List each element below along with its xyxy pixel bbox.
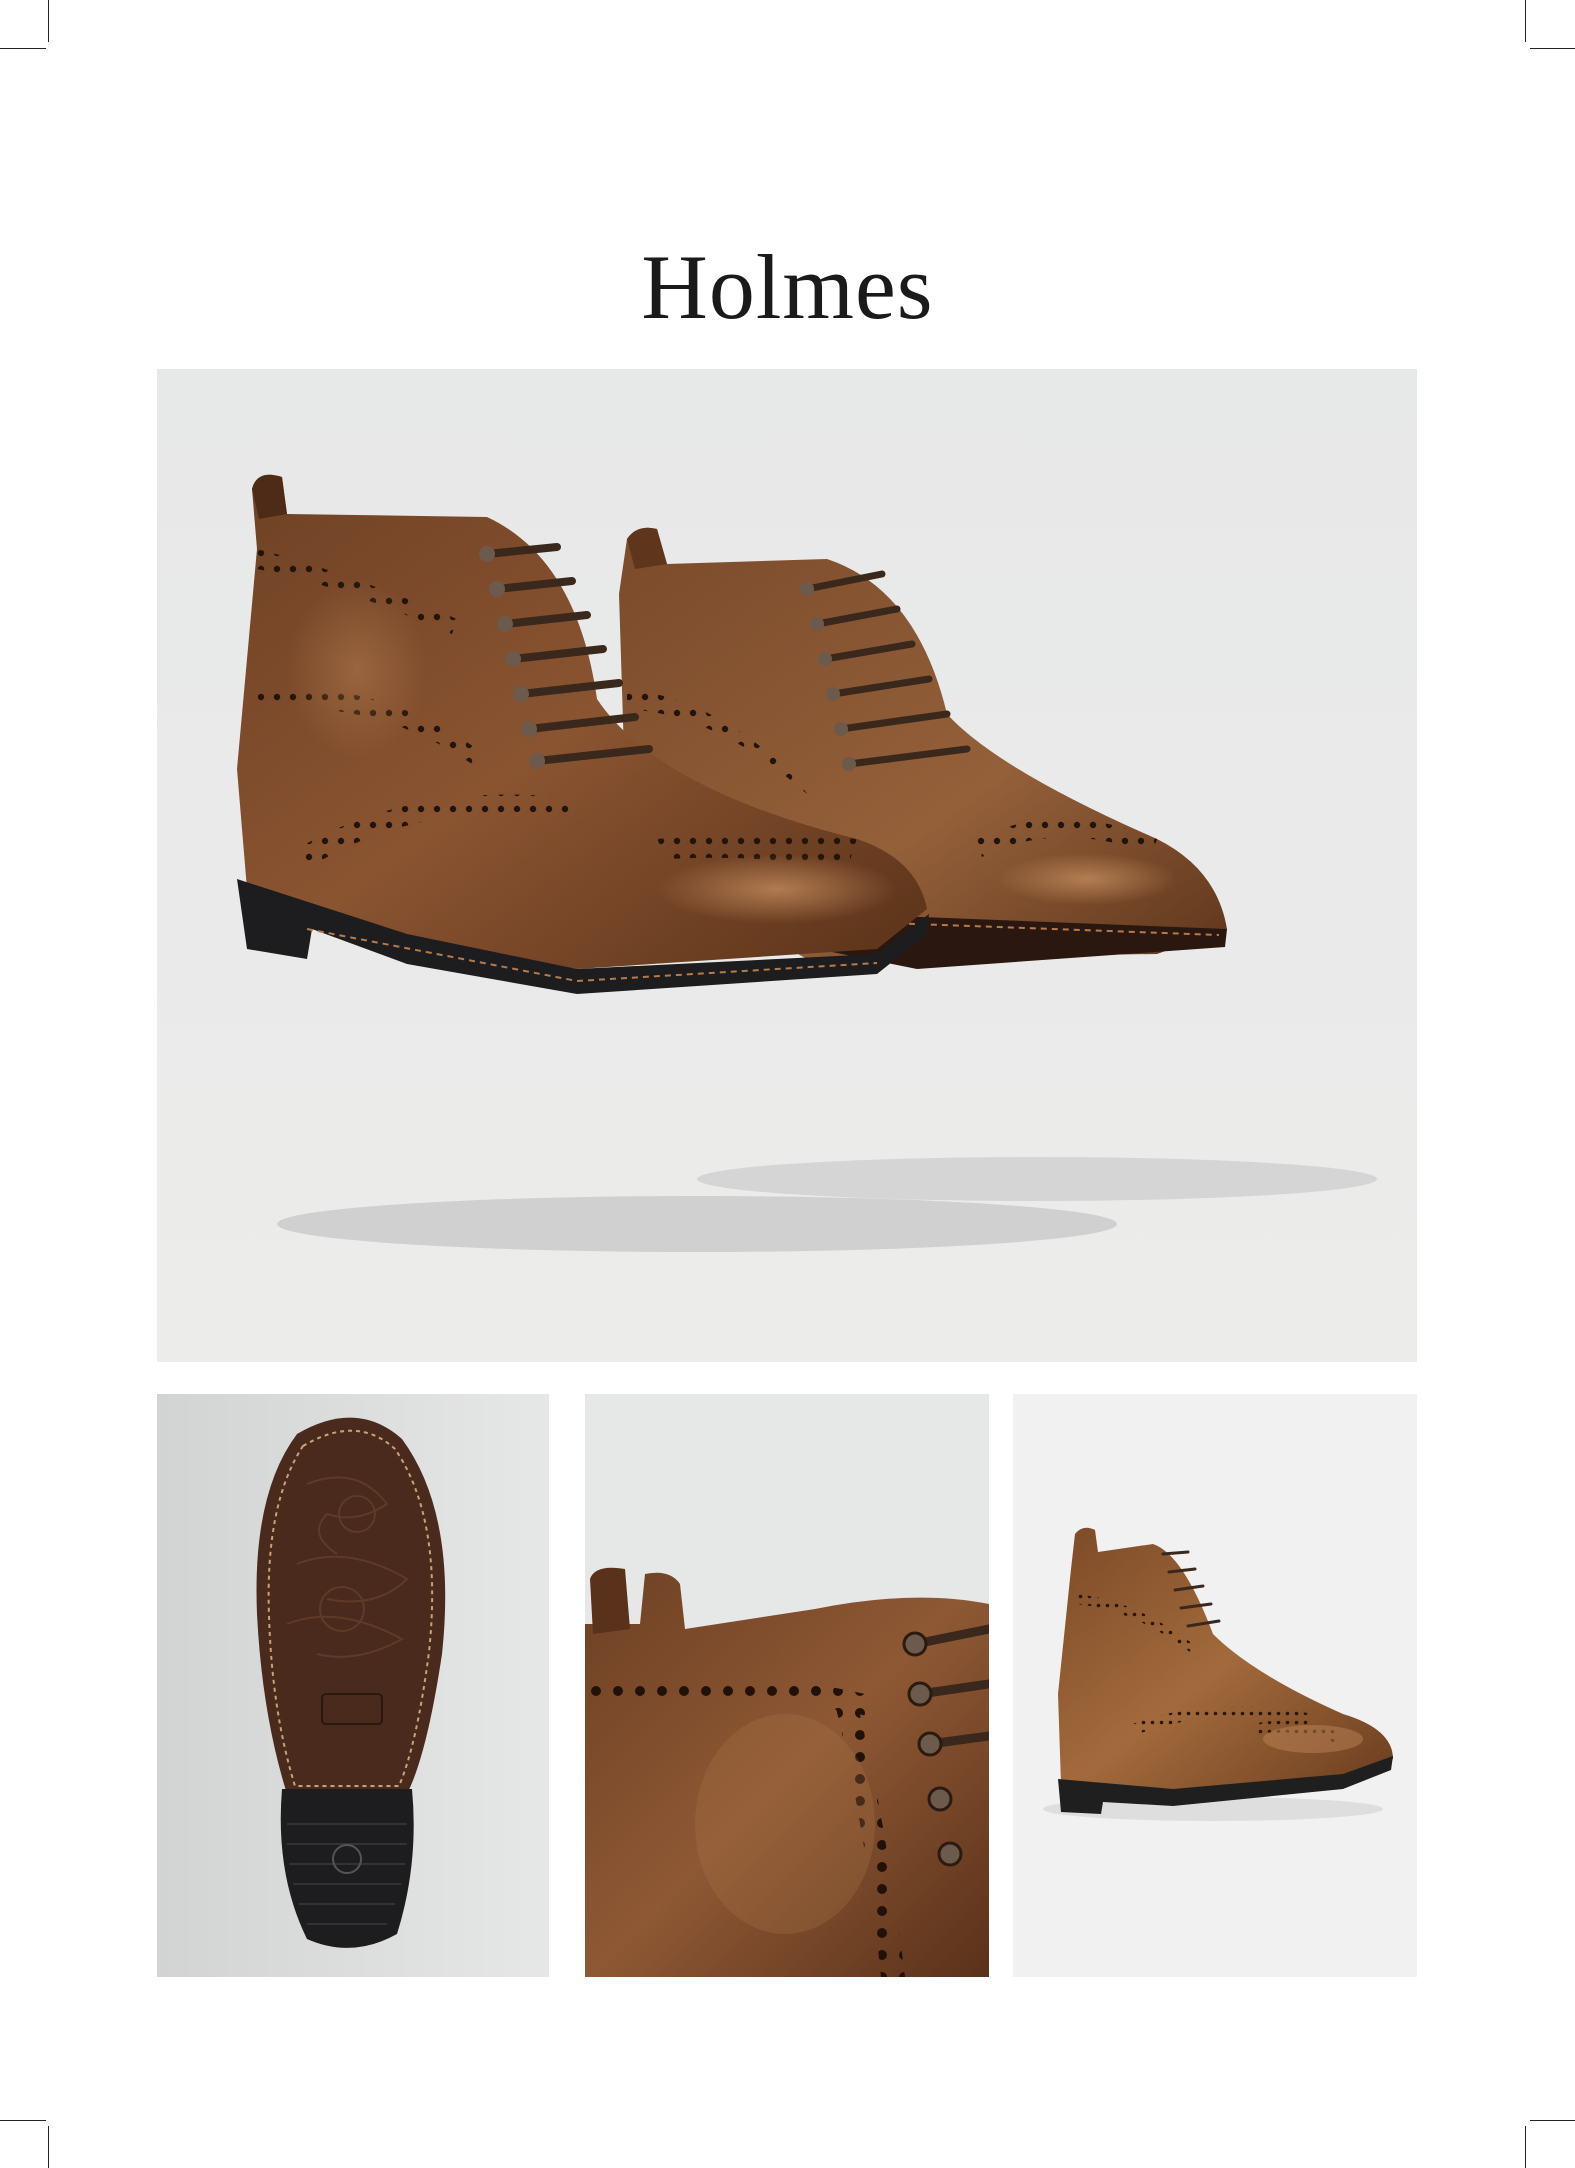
crop-mark-top-left-v [48,0,49,42]
crop-mark-bottom-left-v [48,2126,49,2168]
crop-mark-bottom-right-h [1530,2120,1575,2121]
crop-mark-bottom-left-h [0,2120,46,2121]
sole-image [157,1394,549,1977]
crop-mark-bottom-right-v [1525,2126,1526,2168]
page-title: Holmes [641,236,934,338]
crop-mark-top-right-h [1530,48,1575,49]
back-view-image [1013,1394,1417,1977]
crop-mark-top-left-h [0,48,46,49]
hero-image [157,369,1417,1362]
crop-mark-top-right-v [1525,0,1526,42]
detail-image [585,1394,989,1977]
